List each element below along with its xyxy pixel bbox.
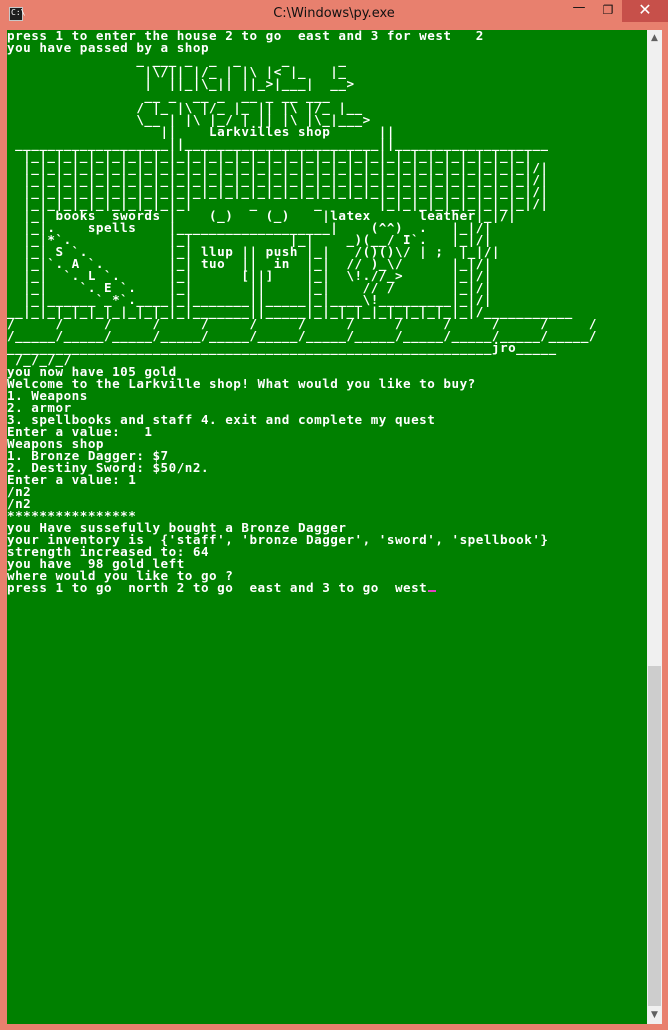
title-bar[interactable]: C:\ C:\Windows\py.exe — ❐ ✕ [0,0,668,30]
scroll-down-icon[interactable]: ▼ [647,1007,662,1024]
console-text: press 1 to enter the house 2 to go east … [7,30,647,594]
text-cursor [428,590,437,592]
scrollbar-thumb[interactable] [648,666,661,1006]
maximize-button[interactable]: ❐ [594,0,622,22]
minimize-button[interactable]: — [564,0,594,22]
console-window: C:\ C:\Windows\py.exe — ❐ ✕ press 1 to e… [0,0,668,1030]
scroll-up-icon[interactable]: ▲ [647,30,662,47]
close-button[interactable]: ✕ [622,0,668,22]
vertical-scrollbar[interactable]: ▲ ▼ [647,30,662,1024]
console-output: press 1 to enter the house 2 to go east … [7,30,597,595]
console-output-area[interactable]: press 1 to enter the house 2 to go east … [7,30,647,1024]
